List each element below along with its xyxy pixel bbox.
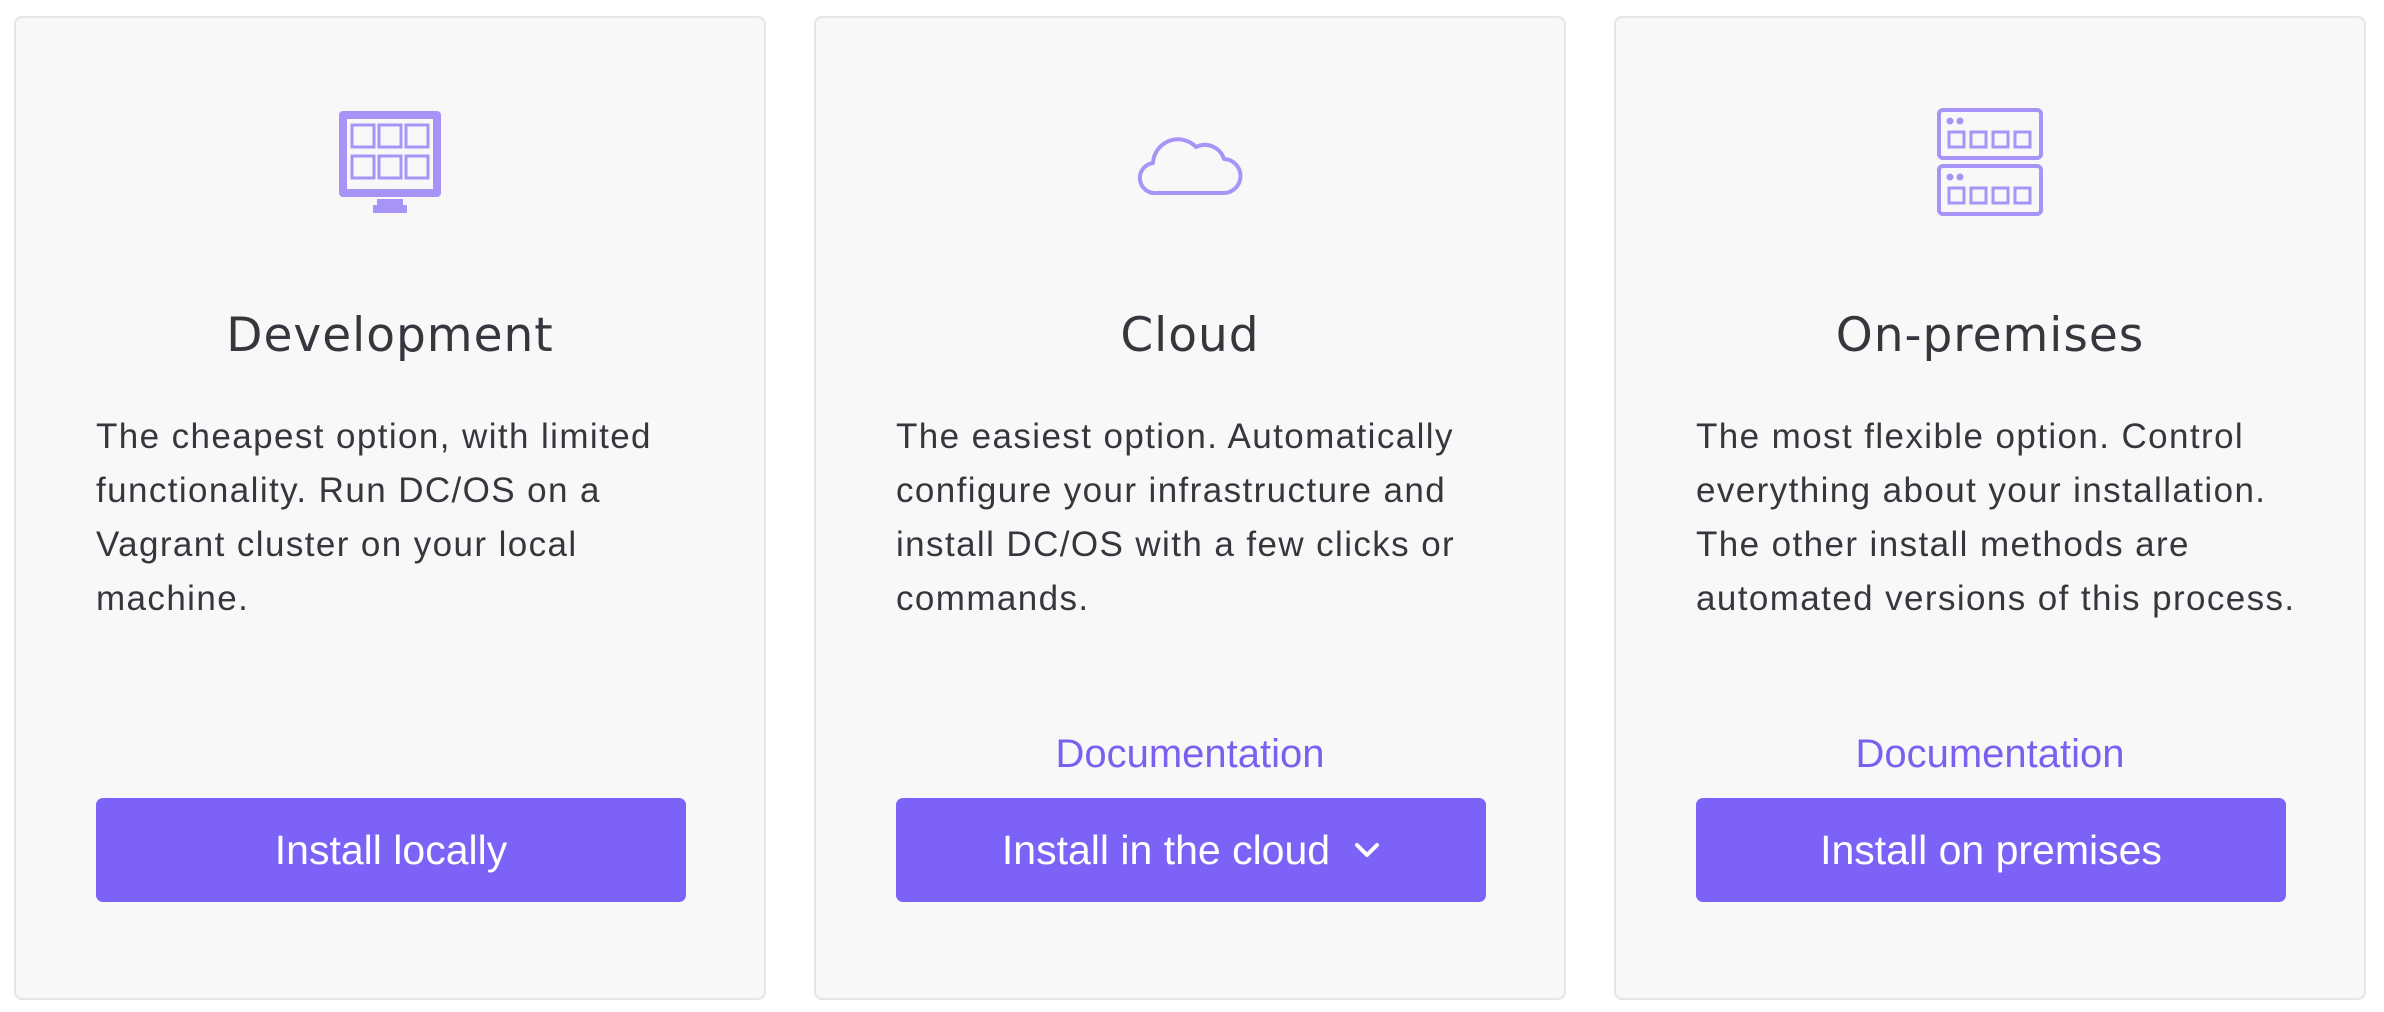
documentation-link[interactable]: Documentation (1616, 726, 2364, 782)
install-on-premises-button[interactable]: Install on premises (1696, 798, 2286, 902)
documentation-link[interactable]: Documentation (816, 726, 1564, 782)
button-label: Install locally (274, 826, 508, 873)
card-description: The most flexible option. Control everyt… (1696, 417, 2296, 618)
button-label: Install on premises (1820, 826, 2162, 873)
button-label: Install in the cloud (1001, 826, 1331, 873)
chevron-down-icon (1354, 842, 1380, 858)
cloud-icon (816, 96, 1564, 228)
cloud-card: Cloud The easiest option. Automatically … (814, 16, 1566, 1000)
monitor-icon (16, 96, 764, 228)
server-rack-icon (1616, 96, 2364, 228)
install-in-cloud-button[interactable]: Install in the cloud (896, 798, 1486, 902)
card-title: Cloud (1120, 308, 1260, 363)
on-premises-card: On-premises The most flexible option. Co… (1614, 16, 2366, 1000)
card-description: The easiest option. Automatically config… (896, 417, 1456, 618)
install-locally-button[interactable]: Install locally (96, 798, 686, 902)
development-card: Development The cheapest option, with li… (14, 16, 766, 1000)
card-title: Development (226, 308, 554, 363)
card-title: On-premises (1835, 308, 2145, 363)
card-description: The cheapest option, with limited functi… (96, 417, 652, 618)
